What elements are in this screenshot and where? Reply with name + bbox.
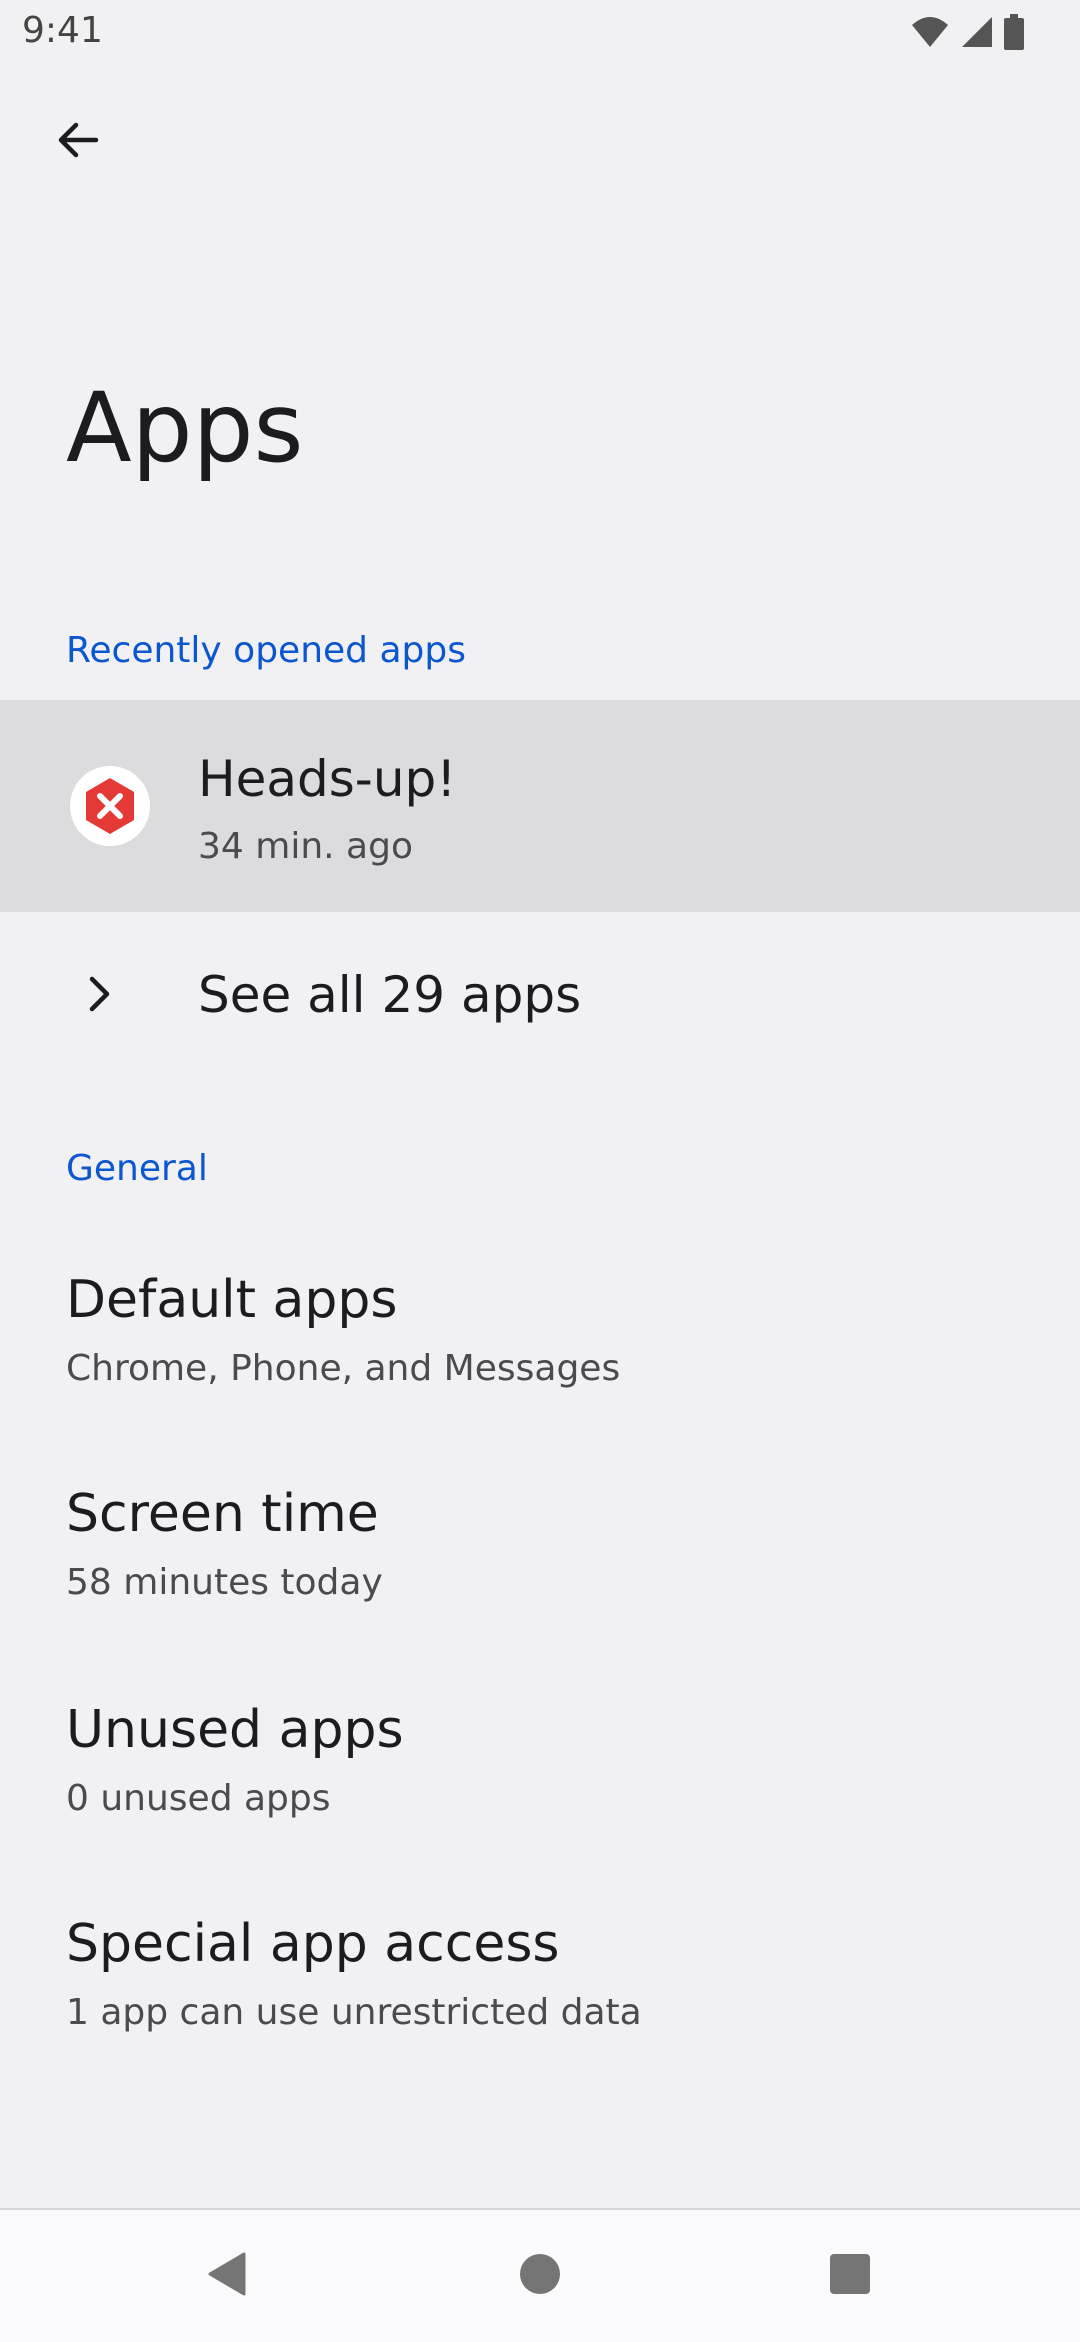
setting-summary: 0 unused apps	[66, 1778, 331, 1819]
setting-title: Default apps	[66, 1270, 398, 1330]
nav-back-button[interactable]	[196, 2246, 256, 2306]
arrow-left-icon	[54, 116, 102, 168]
status-time: 9:41	[22, 10, 103, 51]
status-bar: 9:41	[0, 0, 1080, 66]
wifi-icon	[910, 15, 950, 53]
setting-summary: 58 minutes today	[66, 1562, 383, 1603]
nav-recents-square-icon	[828, 2252, 872, 2300]
app-icon-heads-up	[70, 766, 150, 846]
recent-app-name: Heads-up!	[198, 750, 457, 808]
see-all-apps-label: See all 29 apps	[198, 966, 582, 1024]
recent-app-row[interactable]: Heads-up! 34 min. ago	[0, 700, 1080, 912]
nav-recents-button[interactable]	[820, 2246, 880, 2306]
error-hexagon-icon	[86, 778, 134, 834]
section-header-general: General	[66, 1148, 208, 1189]
setting-unused-apps[interactable]: Unused apps 0 unused apps	[0, 1652, 1080, 1866]
setting-default-apps[interactable]: Default apps Chrome, Phone, and Messages	[0, 1222, 1080, 1436]
system-navigation-bar	[0, 2208, 1080, 2342]
nav-back-triangle-icon	[204, 2250, 248, 2302]
nav-home-circle-icon	[518, 2252, 562, 2300]
status-icons	[910, 14, 1024, 54]
back-button[interactable]	[36, 100, 120, 184]
setting-summary: 1 app can use unrestricted data	[66, 1992, 642, 2033]
setting-title: Special app access	[66, 1914, 560, 1974]
setting-title: Screen time	[66, 1484, 379, 1544]
setting-screen-time[interactable]: Screen time 58 minutes today	[0, 1436, 1080, 1650]
see-all-apps-button[interactable]: See all 29 apps	[0, 912, 1080, 1082]
battery-icon	[1004, 14, 1024, 54]
page-title: Apps	[66, 372, 304, 484]
setting-title: Unused apps	[66, 1700, 404, 1760]
recent-app-time: 34 min. ago	[198, 826, 413, 867]
cell-signal-icon	[960, 15, 994, 53]
setting-special-app-access[interactable]: Special app access 1 app can use unrestr…	[0, 1866, 1080, 2080]
nav-home-button[interactable]	[510, 2246, 570, 2306]
section-header-recent: Recently opened apps	[66, 630, 466, 671]
setting-summary: Chrome, Phone, and Messages	[66, 1348, 621, 1389]
chevron-right-icon	[80, 970, 120, 1022]
